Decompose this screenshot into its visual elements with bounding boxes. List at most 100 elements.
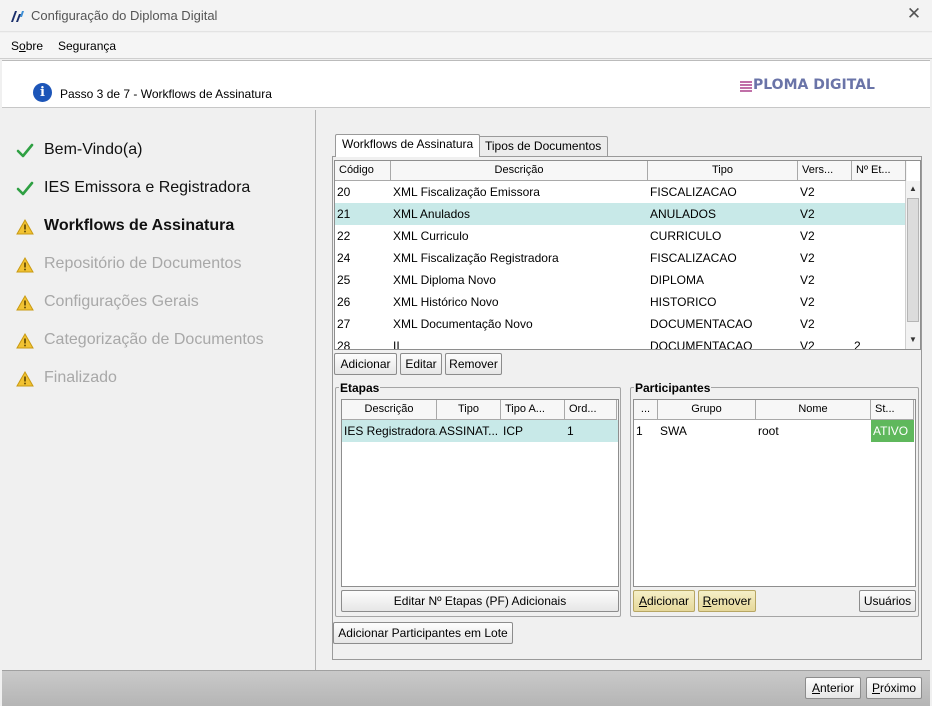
table-cell: V2 — [800, 229, 815, 243]
tab-panel-workflows: Código Descrição Tipo Vers... Nº Et... 2… — [332, 156, 922, 660]
column-header-descricao[interactable]: Descrição — [391, 161, 648, 181]
table-row[interactable]: 21 XML Anulados ANULADOS V2 — [335, 203, 906, 225]
table-row[interactable]: 25 XML Diploma Novo DIPLOMA V2 — [335, 269, 906, 291]
table-cell: 22 — [337, 229, 351, 243]
remove-participante-button[interactable]: Remover — [698, 590, 756, 612]
scroll-up-icon[interactable]: ▲ — [906, 181, 920, 197]
warning-icon — [16, 332, 34, 349]
sidebar-item-label: Finalizado — [44, 369, 117, 386]
scroll-thumb[interactable] — [907, 198, 919, 322]
column-header-status[interactable]: St... — [871, 400, 914, 420]
table-cell: V2 — [800, 273, 815, 287]
remove-workflow-button[interactable]: Remover — [445, 353, 502, 375]
column-header-codigo[interactable]: Código — [335, 161, 391, 181]
sidebar-item-label: Categorização de Documentos — [44, 331, 264, 348]
usuarios-button[interactable]: Usuários — [859, 590, 916, 612]
table-row[interactable]: 27 XML Documentação Novo DOCUMENTACAO V2 — [335, 313, 906, 335]
table-cell: V2 — [800, 339, 815, 350]
table-cell: ANULADOS — [650, 207, 717, 221]
table-cell: XML Documentação Novo — [393, 317, 533, 331]
table-cell: V2 — [800, 251, 815, 265]
table-cell: FISCALIZACAO — [650, 185, 737, 199]
wizard-steps-sidebar: Bem-Vindo(a) IES Emissora e Registradora… — [0, 110, 316, 670]
footer-bar: Anterior Próximo — [2, 670, 930, 706]
add-workflow-button[interactable]: Adicionar — [334, 353, 397, 375]
table-cell: II — [393, 339, 400, 350]
column-header-versao[interactable]: Vers... — [798, 161, 852, 181]
table-cell — [852, 269, 906, 291]
table-cell: XML Anulados — [393, 207, 470, 221]
check-icon — [16, 143, 34, 158]
step-indicator: Passo 3 de 7 - Workflows de Assinatura — [60, 87, 272, 101]
close-icon[interactable]: ✕ — [906, 5, 922, 22]
brand-logo-icon — [740, 80, 752, 92]
column-header-ordem[interactable]: Ord... — [565, 400, 617, 420]
table-cell: XML Fiscalização Emissora — [393, 185, 540, 199]
menu-sobre[interactable]: Sobre — [11, 39, 43, 53]
sidebar-item-label: Repositório de Documentos — [44, 255, 242, 272]
sidebar-item-label: IES Emissora e Registradora — [44, 179, 251, 196]
table-cell: ASSINAT... — [439, 424, 499, 438]
table-cell: XML Fiscalização Registradora — [393, 251, 559, 265]
tab-tipos-documentos[interactable]: Tipos de Documentos — [478, 136, 609, 156]
sidebar-item-label: Bem-Vindo(a) — [44, 141, 143, 158]
table-cell — [852, 225, 906, 247]
edit-etapas-button[interactable]: Editar Nº Etapas (PF) Adicionais — [341, 590, 619, 612]
table-cell: V2 — [800, 207, 815, 221]
column-header-grupo[interactable]: Grupo — [658, 400, 756, 420]
scroll-down-icon[interactable]: ▼ — [906, 332, 920, 348]
column-header-ordem[interactable]: ... — [634, 400, 658, 420]
warning-icon — [16, 294, 34, 311]
table-cell: V2 — [800, 185, 815, 199]
table-row[interactable]: 20 XML Fiscalização Emissora FISCALIZACAO V… — [335, 181, 906, 203]
column-header-tipo[interactable]: Tipo — [648, 161, 798, 181]
column-header-nome[interactable]: Nome — [756, 400, 871, 420]
edit-workflow-button[interactable]: Editar — [400, 353, 442, 375]
table-cell: DOCUMENTACAO — [650, 339, 753, 350]
table-row[interactable]: 22 XML Curriculo CURRICULO V2 — [335, 225, 906, 247]
table-cell: XML Diploma Novo — [393, 273, 496, 287]
table-cell: 2 — [854, 339, 861, 350]
table-cell: 1 — [636, 424, 643, 438]
warning-icon — [16, 256, 34, 273]
sidebar-item-label: Workflows de Assinatura — [44, 217, 235, 234]
info-icon: i — [33, 83, 52, 102]
column-header-num-etapas[interactable]: Nº Et... — [852, 161, 906, 181]
etapas-title: Etapas — [339, 381, 381, 395]
column-header-tipo-assinatura[interactable]: Tipo A... — [501, 400, 565, 420]
next-button[interactable]: Próximo — [866, 677, 922, 699]
table-row[interactable]: 24 XML Fiscalização Registradora FISCALIZA… — [335, 247, 906, 269]
table-cell: XML Histórico Novo — [393, 295, 499, 309]
add-participante-button[interactable]: Adicionar — [633, 590, 695, 612]
table-row[interactable]: 26 XML Histórico Novo HISTORICO V2 — [335, 291, 906, 313]
batch-add-participants-button[interactable]: Adicionar Participantes em Lote — [333, 622, 513, 644]
table-cell: 25 — [337, 273, 351, 287]
warning-icon — [16, 370, 34, 387]
table-cell: V2 — [800, 295, 815, 309]
table-cell — [852, 313, 906, 335]
brand-logo: PLOMA DIGITAL — [753, 77, 875, 93]
table-cell — [852, 181, 906, 203]
table-cell: 26 — [337, 295, 351, 309]
check-icon — [16, 181, 34, 196]
main-panel: Workflows de Assinatura Tipos de Documen… — [317, 110, 932, 670]
table-cell — [852, 203, 906, 225]
table-cell: ATIVO — [871, 420, 914, 442]
workflows-table: Código Descrição Tipo Vers... Nº Et... 2… — [334, 160, 921, 350]
previous-button[interactable]: Anterior — [805, 677, 861, 699]
workflows-scrollbar[interactable]: ▲ ▼ — [905, 181, 920, 349]
column-header-descricao[interactable]: Descrição — [342, 400, 437, 420]
table-cell: 28 — [337, 339, 351, 350]
warning-icon — [16, 218, 34, 235]
table-row[interactable]: 28 II DOCUMENTACAO V2 2 — [335, 335, 906, 350]
table-cell: IES Registradora... — [344, 424, 437, 438]
table-row[interactable]: IES Registradora... ASSINAT... ICP 1 — [342, 420, 618, 442]
window-title: Configuração do Diploma Digital — [31, 8, 218, 23]
app-logo-icon — [11, 11, 24, 22]
table-cell: V2 — [800, 317, 815, 331]
sidebar-item-label: Configurações Gerais — [44, 293, 199, 310]
column-header-tipo[interactable]: Tipo — [437, 400, 501, 420]
table-row[interactable]: 1 SWA root ATIVO — [634, 420, 915, 442]
tab-workflows[interactable]: Workflows de Assinatura — [335, 134, 481, 157]
menu-seguranca[interactable]: Segurança — [58, 39, 116, 53]
